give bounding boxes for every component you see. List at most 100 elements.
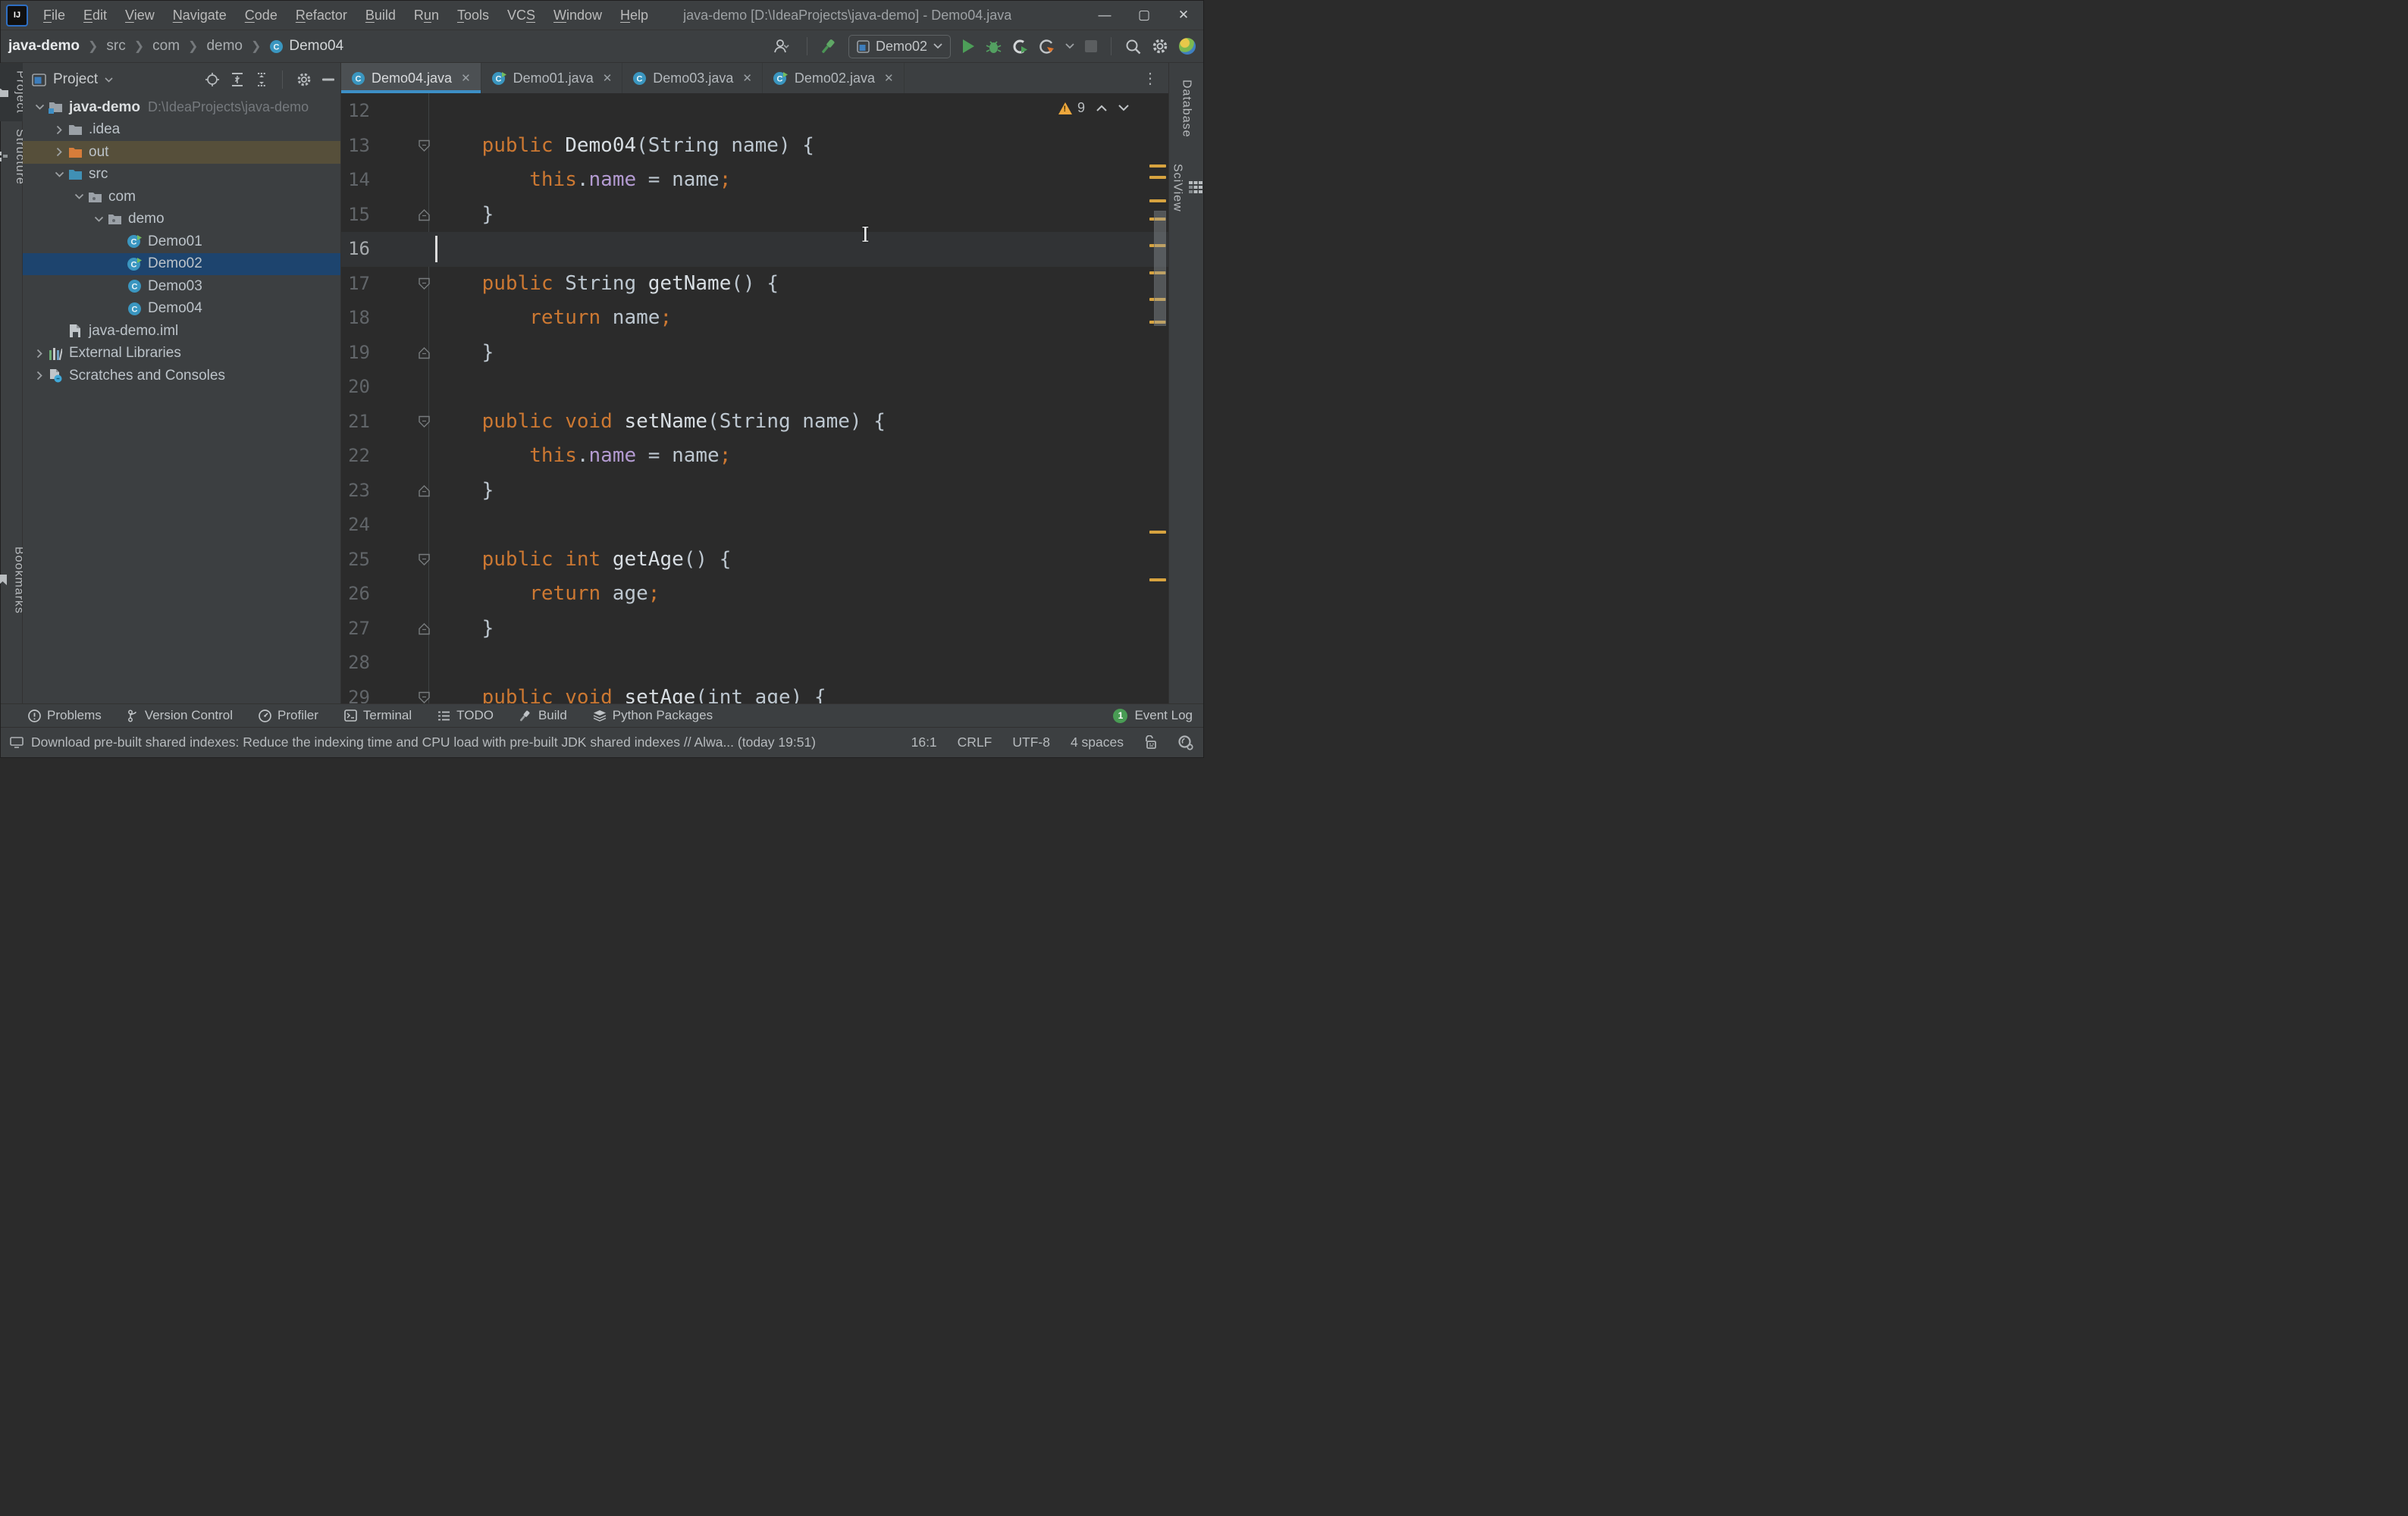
fold-region-end-icon[interactable] bbox=[418, 484, 431, 497]
code-line-13[interactable]: 13 public Demo04(String name) { bbox=[341, 129, 1168, 164]
fold-start-marker[interactable] bbox=[418, 691, 431, 704]
status-monitor-icon[interactable] bbox=[10, 737, 24, 748]
editor-tab-demo01-java[interactable]: CDemo01.java✕ bbox=[481, 63, 623, 93]
tree-item-com[interactable]: com bbox=[23, 186, 340, 208]
tool-window-button-problems[interactable]: Problems bbox=[28, 708, 102, 723]
menu-refactor[interactable]: Refactor bbox=[288, 5, 355, 27]
fold-region-start-icon[interactable] bbox=[418, 277, 431, 290]
tool-window-button-todo[interactable]: TODO bbox=[437, 708, 494, 723]
fold-start-marker[interactable] bbox=[418, 415, 431, 428]
breadcrumb-current-file[interactable]: CDemo04 bbox=[269, 38, 343, 55]
tree-item-demo04[interactable]: CDemo04 bbox=[23, 298, 340, 321]
fold-region-start-icon[interactable] bbox=[418, 691, 431, 704]
tree-item-out[interactable]: out bbox=[23, 141, 340, 164]
settings-gear-icon[interactable] bbox=[1152, 36, 1168, 57]
editor-scrollbar[interactable] bbox=[1154, 211, 1166, 326]
stripe-tab-sciview[interactable]: SciView bbox=[1171, 156, 1202, 220]
event-log-button[interactable]: 1 Event Log bbox=[1113, 708, 1193, 723]
tree-expand-icon[interactable] bbox=[52, 147, 67, 157]
code-line-15[interactable]: 15 } bbox=[341, 198, 1168, 233]
editor-tab-demo04-java[interactable]: CDemo04.java✕ bbox=[341, 63, 481, 93]
menu-view[interactable]: View bbox=[118, 5, 162, 27]
gear-icon[interactable] bbox=[296, 72, 312, 87]
tree-item-demo01[interactable]: CDemo01 bbox=[23, 230, 340, 253]
breadcrumb-item[interactable]: java-demo bbox=[8, 38, 80, 55]
next-warning-icon[interactable] bbox=[1118, 105, 1129, 111]
tool-window-button-profiler[interactable]: Profiler bbox=[259, 708, 318, 723]
code-line-25[interactable]: 25 public int getAge() { bbox=[341, 543, 1168, 578]
fold-end-marker[interactable] bbox=[418, 346, 431, 359]
tab-close-icon[interactable]: ✕ bbox=[461, 71, 471, 85]
menu-vcs[interactable]: VCS bbox=[500, 5, 543, 27]
code-line-26[interactable]: 26 return age; bbox=[341, 577, 1168, 612]
minimize-button[interactable]: — bbox=[1085, 1, 1124, 30]
tree-collapse-icon[interactable] bbox=[71, 193, 86, 200]
tree-item-external-libraries[interactable]: External Libraries bbox=[23, 343, 340, 365]
prev-warning-icon[interactable] bbox=[1096, 105, 1107, 111]
fold-region-end-icon[interactable] bbox=[418, 346, 431, 359]
code-line-18[interactable]: 18 return name; bbox=[341, 301, 1168, 336]
code-line-23[interactable]: 23 } bbox=[341, 474, 1168, 509]
build-hammer-icon[interactable] bbox=[821, 36, 838, 57]
run-with-coverage-button[interactable] bbox=[1012, 36, 1028, 57]
menu-help[interactable]: Help bbox=[613, 5, 656, 27]
code-line-22[interactable]: 22 this.name = name; bbox=[341, 439, 1168, 474]
breadcrumb-item[interactable]: src bbox=[106, 38, 125, 55]
tree-collapse-icon[interactable] bbox=[52, 171, 67, 178]
tree-item-demo[interactable]: demo bbox=[23, 208, 340, 231]
fold-end-marker[interactable] bbox=[418, 208, 431, 221]
stop-button[interactable] bbox=[1085, 36, 1097, 57]
tree-item-java-demo[interactable]: java-demoD:\IdeaProjects\java-demo bbox=[23, 96, 340, 119]
code-line-12[interactable]: 12 bbox=[341, 94, 1168, 129]
menu-code[interactable]: Code bbox=[237, 5, 285, 27]
menu-window[interactable]: Window bbox=[546, 5, 610, 27]
warning-indicator[interactable]: 9 bbox=[1058, 100, 1085, 116]
tree-item-demo02[interactable]: CDemo02 bbox=[23, 253, 340, 276]
fold-region-start-icon[interactable] bbox=[418, 415, 431, 428]
code-editor[interactable]: 1213 public Demo04(String name) {14 this… bbox=[341, 93, 1168, 703]
code-line-17[interactable]: 17 public String getName() { bbox=[341, 267, 1168, 302]
fold-start-marker[interactable] bbox=[418, 553, 431, 566]
code-line-28[interactable]: 28 bbox=[341, 646, 1168, 681]
code-line-24[interactable]: 24 bbox=[341, 508, 1168, 543]
code-area[interactable]: 1213 public Demo04(String name) {14 this… bbox=[341, 94, 1168, 703]
code-line-27[interactable]: 27 } bbox=[341, 612, 1168, 647]
editor-tab-demo03-java[interactable]: CDemo03.java✕ bbox=[622, 63, 763, 93]
tree-item-demo03[interactable]: CDemo03 bbox=[23, 275, 340, 298]
fold-end-marker[interactable] bbox=[418, 484, 431, 497]
tool-window-button-terminal[interactable]: Terminal bbox=[344, 708, 412, 723]
profiler-button[interactable] bbox=[1039, 36, 1055, 57]
collapse-all-icon[interactable] bbox=[255, 72, 268, 87]
debug-button[interactable] bbox=[986, 36, 1002, 57]
caret-position-widget[interactable]: 16:1 bbox=[911, 735, 937, 750]
stripe-tab-database[interactable]: Database bbox=[1180, 72, 1193, 146]
ide-avatar-icon[interactable] bbox=[1179, 38, 1196, 55]
project-view-selector[interactable]: Project bbox=[32, 71, 113, 88]
expand-all-icon[interactable] bbox=[230, 72, 244, 87]
code-line-16[interactable]: 16 bbox=[341, 232, 1168, 267]
user-account-icon[interactable] bbox=[773, 36, 793, 57]
status-message[interactable]: Download pre-built shared indexes: Reduc… bbox=[31, 735, 816, 750]
tool-window-button-python-packages[interactable]: Python Packages bbox=[593, 708, 713, 723]
menu-run[interactable]: Run bbox=[406, 5, 447, 27]
tab-close-icon[interactable]: ✕ bbox=[603, 71, 613, 85]
tree-item--idea[interactable]: .idea bbox=[23, 119, 340, 142]
fold-end-marker[interactable] bbox=[418, 622, 431, 635]
editor-tab-demo02-java[interactable]: CDemo02.java✕ bbox=[763, 63, 905, 93]
menu-file[interactable]: File bbox=[36, 5, 73, 27]
fold-region-start-icon[interactable] bbox=[418, 139, 431, 152]
tree-item-src[interactable]: src bbox=[23, 164, 340, 186]
tree-expand-icon[interactable] bbox=[32, 371, 47, 381]
code-line-14[interactable]: 14 this.name = name; bbox=[341, 163, 1168, 198]
run-configuration-select[interactable]: Demo02 bbox=[848, 35, 951, 58]
tab-close-icon[interactable]: ✕ bbox=[884, 71, 894, 85]
locate-file-icon[interactable] bbox=[205, 72, 220, 87]
background-tasks-icon[interactable] bbox=[1177, 735, 1194, 750]
close-button[interactable]: ✕ bbox=[1164, 1, 1203, 30]
tree-expand-icon[interactable] bbox=[52, 125, 67, 135]
tree-item-scratches-and-consoles[interactable]: Scratches and Consoles bbox=[23, 365, 340, 387]
indent-widget[interactable]: 4 spaces bbox=[1071, 735, 1124, 750]
run-button[interactable] bbox=[961, 36, 975, 57]
tree-item-java-demo-iml[interactable]: java-demo.iml bbox=[23, 320, 340, 343]
tab-close-icon[interactable]: ✕ bbox=[742, 71, 752, 85]
